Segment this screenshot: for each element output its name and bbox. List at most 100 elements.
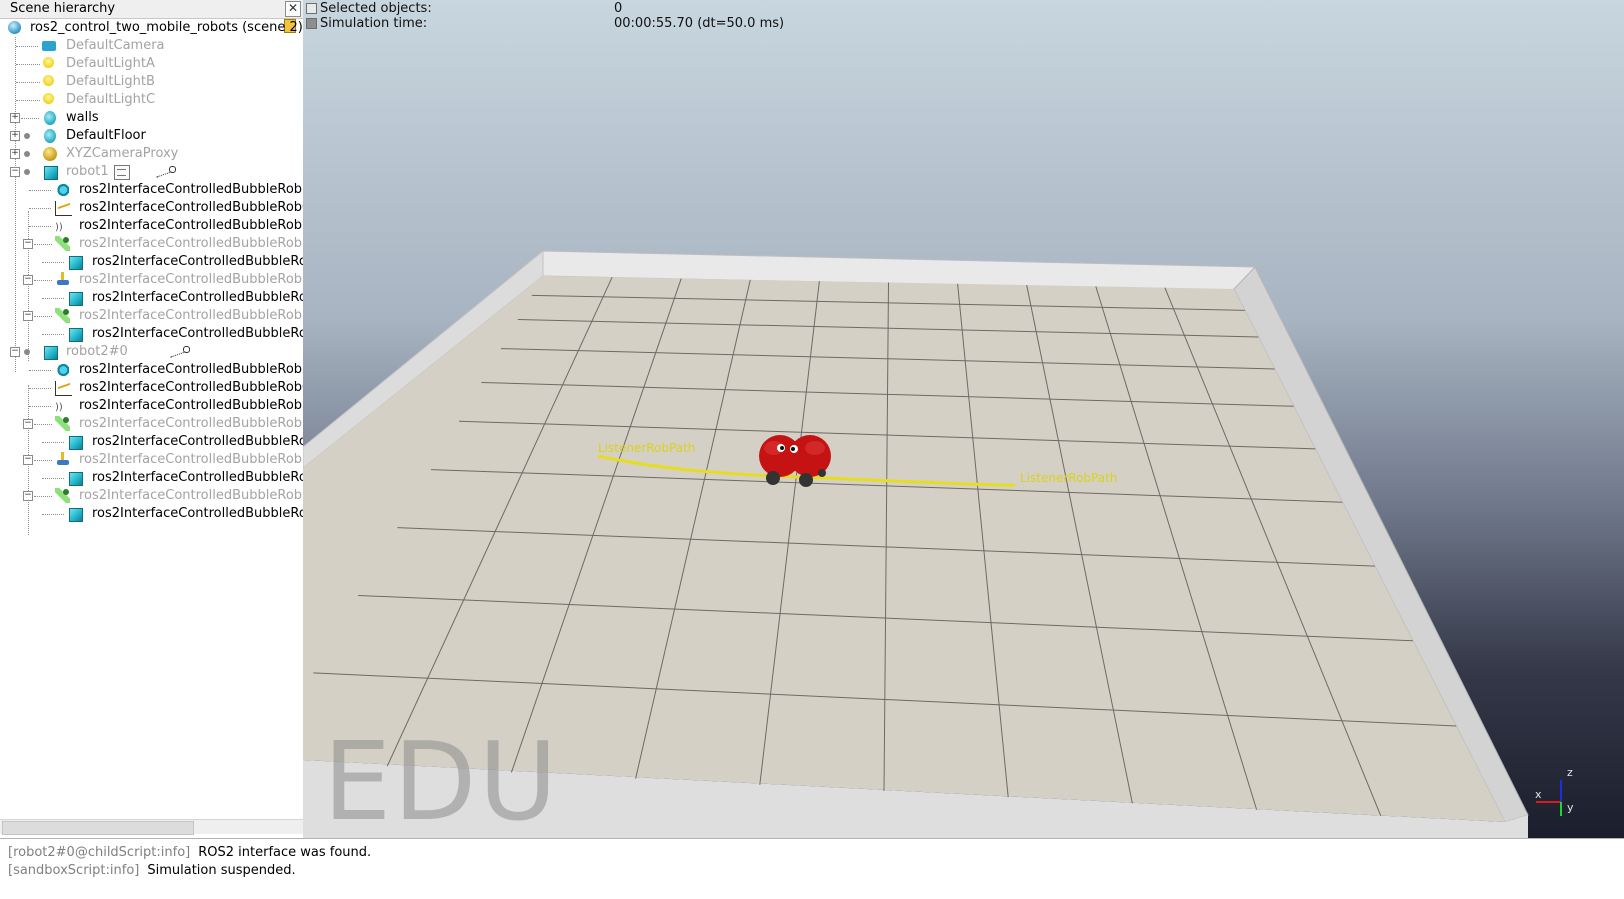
close-icon[interactable]: ✕ <box>285 1 301 17</box>
scene-tree[interactable]: ros2_control_two_mobile_robots (scene 2)… <box>0 19 303 824</box>
joint-icon <box>55 488 70 503</box>
tree-item[interactable]: ros2InterfaceControlledBubbleRobl <box>0 433 303 451</box>
tree-item-label: walls <box>66 110 99 125</box>
tree-item-default-floor[interactable]: + DefaultFloor <box>0 127 303 145</box>
tree-branch <box>29 406 51 407</box>
scene-globe-icon <box>8 21 21 34</box>
collapse-icon[interactable]: − <box>23 455 33 465</box>
info-collapse-icon[interactable] <box>306 3 317 14</box>
collapse-icon[interactable]: − <box>10 167 20 177</box>
tree-item-robot1[interactable]: − robot1 <box>0 163 303 181</box>
tree-item-label: ros2InterfaceControlledBubbleRobl <box>92 506 303 521</box>
tree-item-label: DefaultFloor <box>66 128 146 143</box>
tree-item-label: ros2InterfaceControlledBubbleRobRi <box>79 308 303 323</box>
tree-root[interactable]: ros2_control_two_mobile_robots (scene 2) <box>0 19 303 37</box>
collapse-icon[interactable]: − <box>23 491 33 501</box>
tree-item-label: ros2InterfaceControlledBubbleRobBo <box>79 362 303 377</box>
console-panel[interactable]: [robot2#0@childScript:info] ROS2 interfac… <box>0 838 1624 899</box>
tree-item[interactable]: )) ros2InterfaceControlledBubbleRobSe <box>0 217 303 235</box>
vision-sensor-icon: )) <box>55 402 63 413</box>
expand-icon[interactable]: + <box>10 131 20 141</box>
model-dot-icon <box>24 349 30 355</box>
tree-item-label: robot2#0 <box>66 344 128 359</box>
info-overlay: Selected objects: 0 Simulation time: 00:… <box>303 0 1023 34</box>
model-dot-icon <box>24 169 30 175</box>
tree-item-walls[interactable]: + walls <box>0 109 303 127</box>
tree-branch <box>21 118 39 119</box>
vision-sensor-icon: )) <box>55 222 63 233</box>
tree-item-robot2[interactable]: − robot2#0 <box>0 343 303 361</box>
tree-item[interactable]: − ros2InterfaceControlledBubbleRobRi <box>0 487 303 505</box>
tree-item[interactable]: − ros2InterfaceControlledBubbleRobLe <box>0 415 303 433</box>
collapse-icon[interactable]: − <box>23 419 33 429</box>
path-icon <box>168 345 190 359</box>
tree-item[interactable]: ros2InterfaceControlledBubbleRobGr <box>0 199 303 217</box>
expand-icon[interactable]: + <box>10 149 20 159</box>
light-icon <box>43 57 54 68</box>
linear-joint-icon <box>56 452 70 467</box>
console-message: ROS2 interface was found. <box>198 845 372 860</box>
proximity-sensor-icon <box>55 183 69 197</box>
tree-item[interactable]: ros2InterfaceControlledBubbleRobBo <box>0 181 303 199</box>
tree-item-label: XYZCameraProxy <box>66 146 179 161</box>
tree-branch <box>16 100 40 101</box>
tree-item-label: ros2InterfaceControlledBubbleRob <box>92 470 303 485</box>
cube-icon <box>69 436 83 450</box>
axes-gizmo: z x y <box>1535 766 1574 816</box>
tree-horizontal-scrollbar[interactable] <box>0 819 303 835</box>
console-line: [sandboxScript:info] Simulation suspended… <box>8 863 296 878</box>
tree-item-label: DefaultLightB <box>66 74 155 89</box>
axis-z-label: z <box>1567 766 1573 779</box>
tree-item-light-a[interactable]: DefaultLightA <box>0 55 303 73</box>
tree-branch <box>16 46 38 47</box>
tree-item-label: ros2InterfaceControlledBubbleRobSe <box>79 398 303 413</box>
tree-branch <box>42 478 64 479</box>
camera-icon <box>42 41 56 51</box>
tree-item-light-c[interactable]: DefaultLightC <box>0 91 303 109</box>
tree-item[interactable]: ros2InterfaceControlledBubbleRobl <box>0 505 303 523</box>
tree-branch <box>16 64 40 65</box>
selected-objects-value: 0 <box>614 1 623 16</box>
joint-icon <box>55 308 70 323</box>
tree-item-label: ros2InterfaceControlledBubbleRobl <box>92 254 303 269</box>
tree-item-xyz-camera-proxy[interactable]: + XYZCameraProxy <box>0 145 303 163</box>
tree-item[interactable]: ros2InterfaceControlledBubbleRob <box>0 289 303 307</box>
tree-item[interactable]: ros2InterfaceControlledBubbleRobBo <box>0 361 303 379</box>
tree-item[interactable]: ros2InterfaceControlledBubbleRobl <box>0 325 303 343</box>
cube-icon <box>44 346 58 360</box>
tree-item[interactable]: )) ros2InterfaceControlledBubbleRobSe <box>0 397 303 415</box>
tree-item[interactable]: − ros2InterfaceControlledBubbleRobLin <box>0 451 303 469</box>
tree-branch <box>29 226 51 227</box>
tree-item[interactable]: − ros2InterfaceControlledBubbleRobRi <box>0 307 303 325</box>
expand-icon[interactable]: + <box>10 113 20 123</box>
tree-item-default-camera[interactable]: DefaultCamera <box>0 37 303 55</box>
tree-branch <box>34 316 52 317</box>
shape-icon <box>44 129 56 143</box>
tree-item-label: DefaultLightA <box>66 56 155 71</box>
tree-item[interactable]: − ros2InterfaceControlledBubbleRobLin <box>0 271 303 289</box>
info-toggle-icon[interactable] <box>306 18 317 29</box>
collapse-icon[interactable]: − <box>23 239 33 249</box>
cube-icon <box>69 256 83 270</box>
axis-x-label: x <box>1535 788 1542 801</box>
collapse-icon[interactable]: − <box>10 347 20 357</box>
tree-item-label: ros2InterfaceControlledBubbleRobLin <box>79 272 303 287</box>
collapse-icon[interactable]: − <box>23 275 33 285</box>
tree-item[interactable]: ros2InterfaceControlledBubbleRob <box>0 469 303 487</box>
3d-viewport[interactable]: ListenerRobPath ListenerRobPath z x y ED… <box>303 0 1624 838</box>
model-dot-icon <box>24 151 30 157</box>
tree-branch <box>42 442 64 443</box>
tree-item[interactable]: ros2InterfaceControlledBubbleRobl <box>0 253 303 271</box>
simulation-time-value: 00:00:55.70 (dt=50.0 ms) <box>614 16 785 31</box>
graph-icon <box>55 201 72 216</box>
tree-branch <box>29 388 51 389</box>
scene-hierarchy-panel: Scene hierarchy ✕ ros2_control_two_mobil… <box>0 0 304 846</box>
scrollbar-thumb[interactable] <box>2 821 194 835</box>
tree-item[interactable]: − ros2InterfaceControlledBubbleRobLe <box>0 235 303 253</box>
tree-item[interactable]: ros2InterfaceControlledBubbleRobGr <box>0 379 303 397</box>
script-icon[interactable] <box>114 165 130 180</box>
tree-item-light-b[interactable]: DefaultLightB <box>0 73 303 91</box>
collapse-icon[interactable]: − <box>23 311 33 321</box>
tree-branch <box>29 370 51 371</box>
console-source: [robot2#0@childScript:info] <box>8 845 191 860</box>
